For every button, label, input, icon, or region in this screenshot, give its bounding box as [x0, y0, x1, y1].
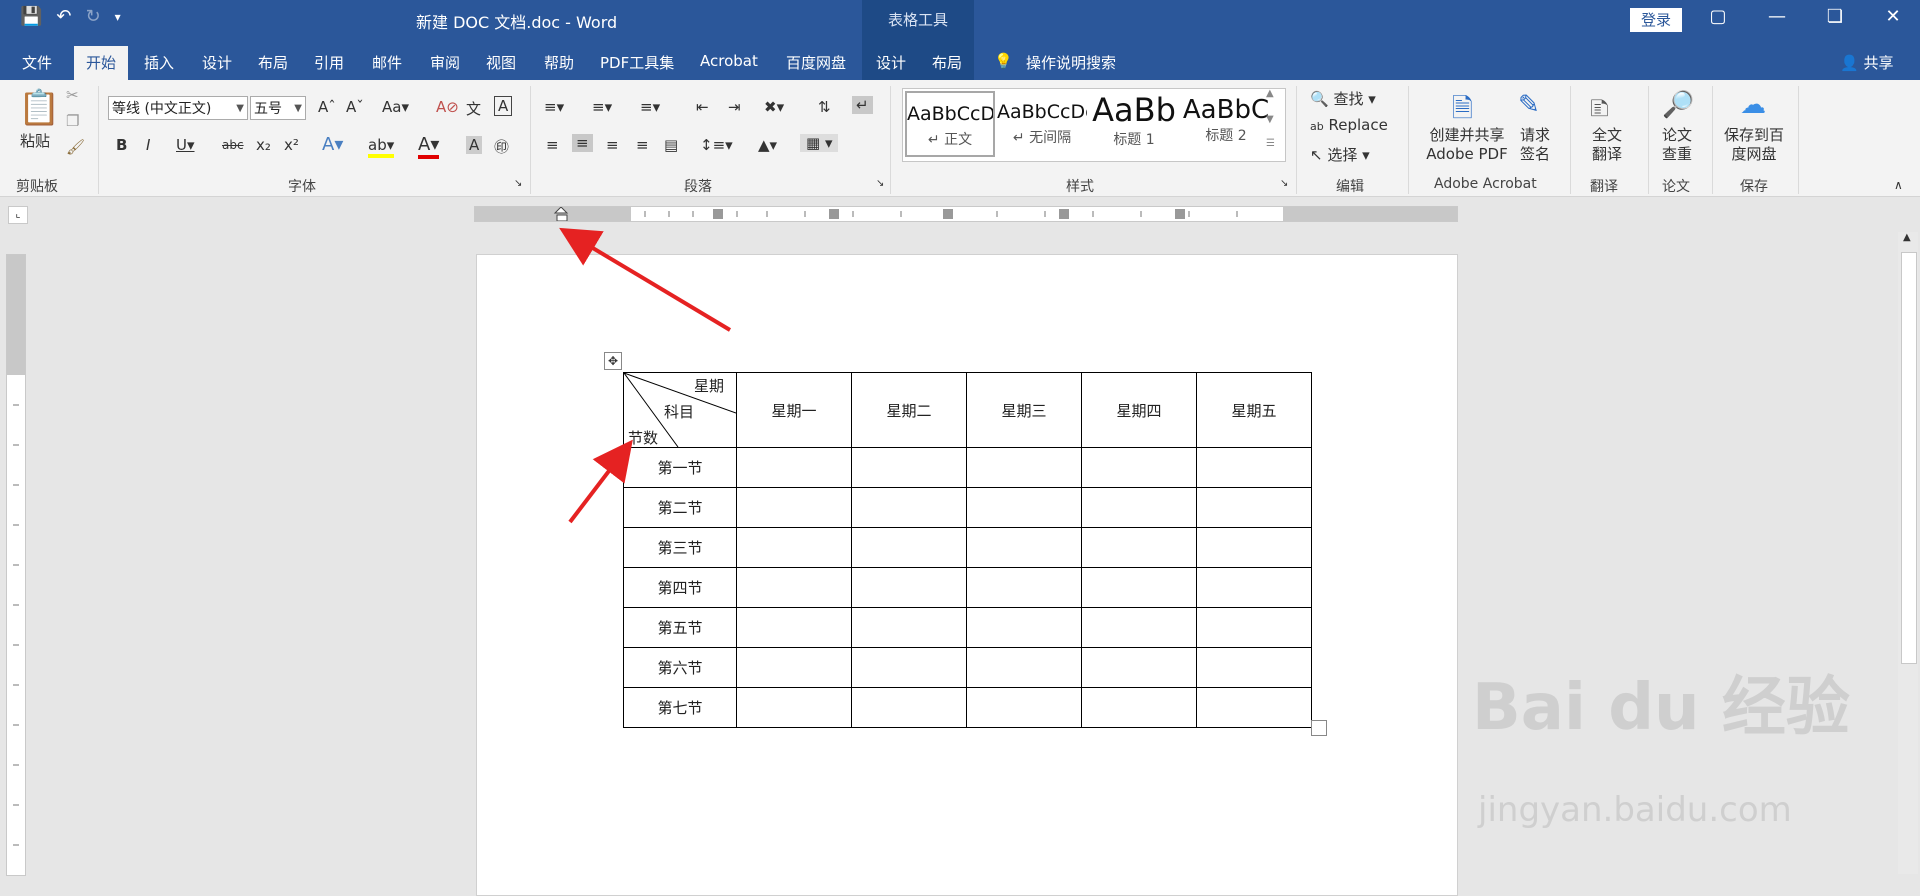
baidu-watermark: Bai du 经验 [1472, 671, 1850, 745]
scrollbar-thumb[interactable] [1901, 252, 1917, 664]
vertical-scrollbar[interactable]: ▲ [1898, 232, 1918, 874]
baidu-watermark-url: jingyan.baidu.com [1478, 790, 1792, 830]
red-arrow-ruler [559, 227, 732, 332]
red-arrow-cell [568, 439, 633, 524]
scroll-up-icon[interactable]: ▲ [1903, 232, 1911, 243]
